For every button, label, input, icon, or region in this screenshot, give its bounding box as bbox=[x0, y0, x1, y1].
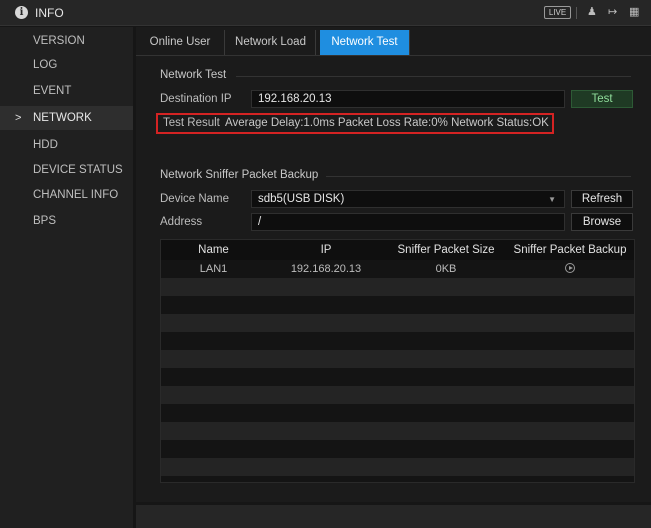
section-divider bbox=[236, 76, 631, 77]
row-name: LAN1 bbox=[199, 263, 228, 275]
device-name-select[interactable]: sdb5(USB DISK) ▼ bbox=[251, 190, 565, 208]
table-header: Name IP Sniffer Packet Size Sniffer Pack… bbox=[161, 240, 634, 260]
exit-icon[interactable]: ↦ bbox=[608, 5, 617, 18]
title-separator bbox=[576, 7, 577, 19]
sidebar-item-label: CHANNEL INFO bbox=[33, 189, 119, 201]
sidebar-item-log[interactable]: LOG bbox=[0, 53, 133, 77]
column-header-ip: IP bbox=[320, 244, 332, 256]
sidebar-item-channel-info[interactable]: CHANNEL INFO bbox=[0, 183, 133, 207]
sidebar-item-device-status[interactable]: DEVICE STATUS bbox=[0, 158, 133, 182]
info-icon: i bbox=[15, 6, 28, 19]
chevron-right-icon: > bbox=[15, 112, 22, 124]
tab-network-load[interactable]: Network Load bbox=[226, 30, 316, 55]
live-button[interactable]: LIVE bbox=[544, 6, 571, 19]
sidebar-item-label: VERSION bbox=[33, 35, 85, 47]
row-backup bbox=[506, 260, 634, 278]
column-header-name: Name bbox=[198, 244, 229, 256]
column-header-size: Sniffer Packet Size bbox=[397, 244, 495, 256]
sidebar-item-label: BPS bbox=[33, 215, 57, 227]
sidebar-item-label: NETWORK bbox=[33, 112, 92, 124]
row-ip: 192.168.20.13 bbox=[290, 263, 362, 275]
column-header-backup: Sniffer Packet Backup bbox=[513, 244, 627, 256]
address-input[interactable]: / bbox=[251, 213, 565, 231]
grid-icon[interactable]: ▦ bbox=[629, 5, 639, 18]
table-row bbox=[161, 350, 634, 368]
window-title: INFO bbox=[35, 6, 64, 20]
table-row bbox=[161, 404, 634, 422]
section-divider bbox=[326, 176, 631, 177]
sidebar-item-label: DEVICE STATUS bbox=[33, 164, 123, 176]
table-row bbox=[161, 278, 634, 296]
tab-network-test[interactable]: Network Test bbox=[320, 30, 410, 55]
destination-ip-label: Destination IP bbox=[160, 93, 232, 105]
sidebar: VERSION LOG EVENT > NETWORK HDD DEVICE ST… bbox=[0, 27, 133, 528]
test-result-label: Test Result bbox=[163, 117, 220, 129]
test-button[interactable]: Test bbox=[571, 90, 633, 108]
address-label: Address bbox=[160, 216, 203, 228]
sidebar-item-label: HDD bbox=[33, 139, 58, 151]
test-result-highlight: Test Result Average Delay:1.0ms Packet L… bbox=[156, 113, 554, 134]
play-icon[interactable] bbox=[565, 263, 575, 273]
tab-online-user[interactable]: Online User bbox=[136, 30, 225, 55]
network-test-title: Network Test bbox=[160, 69, 227, 81]
chevron-down-icon: ▼ bbox=[548, 195, 556, 204]
table-row bbox=[161, 458, 634, 476]
tab-divider bbox=[136, 55, 651, 56]
sniffer-table: Name IP Sniffer Packet Size Sniffer Pack… bbox=[160, 239, 635, 483]
table-row bbox=[161, 332, 634, 350]
device-name-value: sdb5(USB DISK) bbox=[258, 193, 345, 205]
table-row bbox=[161, 368, 634, 386]
sidebar-item-version[interactable]: VERSION bbox=[0, 29, 133, 53]
table-row bbox=[161, 314, 634, 332]
sidebar-item-bps[interactable]: BPS bbox=[0, 209, 133, 233]
refresh-button[interactable]: Refresh bbox=[571, 190, 633, 208]
test-result-value: Average Delay:1.0ms Packet Loss Rate:0% … bbox=[225, 117, 549, 129]
device-name-label: Device Name bbox=[160, 193, 230, 205]
title-bar: i INFO LIVE ♟ ↦ ▦ bbox=[0, 0, 651, 26]
row-size: 0KB bbox=[435, 263, 457, 275]
main-panel: Online User Network Load Network Test Ne… bbox=[136, 27, 651, 502]
destination-ip-input[interactable]: 192.168.20.13 bbox=[251, 90, 565, 108]
footer-bar bbox=[136, 505, 651, 528]
sidebar-item-label: LOG bbox=[33, 59, 58, 71]
sniffer-section-title: Network Sniffer Packet Backup bbox=[160, 169, 319, 181]
table-row[interactable]: LAN1 192.168.20.13 0KB bbox=[161, 260, 634, 278]
browse-button[interactable]: Browse bbox=[571, 213, 633, 231]
sidebar-item-hdd[interactable]: HDD bbox=[0, 133, 133, 157]
table-row bbox=[161, 386, 634, 404]
user-icon[interactable]: ♟ bbox=[587, 5, 597, 18]
table-row bbox=[161, 440, 634, 458]
sidebar-item-event[interactable]: EVENT bbox=[0, 79, 133, 103]
table-row bbox=[161, 422, 634, 440]
table-row bbox=[161, 296, 634, 314]
sidebar-item-label: EVENT bbox=[33, 85, 72, 97]
sidebar-item-network[interactable]: > NETWORK bbox=[0, 106, 133, 130]
